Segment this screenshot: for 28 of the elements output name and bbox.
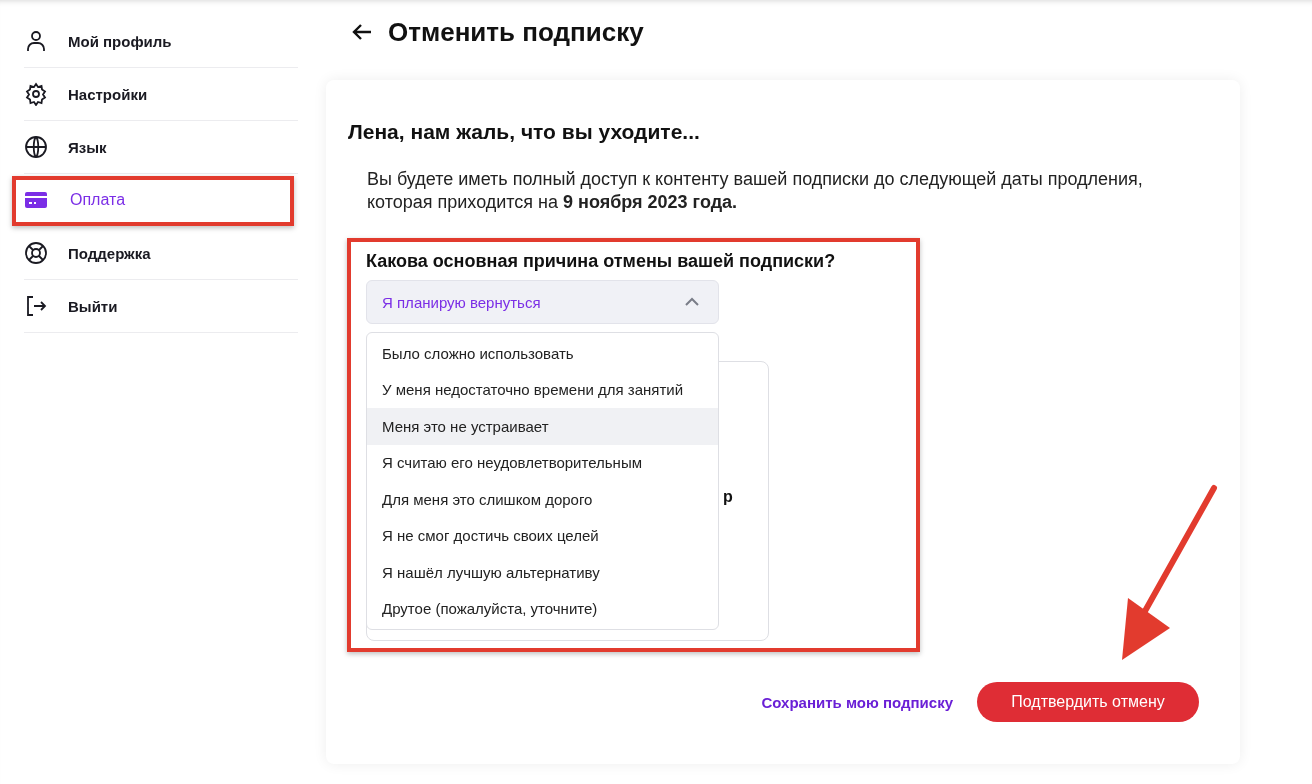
dropdown-option[interactable]: Я считаю его неудовлетворительным — [367, 444, 718, 481]
sidebar-item[interactable]: Поддержка — [24, 227, 298, 280]
dropdown-option[interactable]: Меня это не устраивает — [367, 408, 718, 445]
sidebar-item[interactable]: Мой профиль — [24, 15, 298, 68]
dropdown-option[interactable]: У меня недостаточно времени для занятий — [367, 371, 718, 408]
lifebuoy-icon — [24, 241, 48, 265]
sidebar-item[interactable]: Язык — [24, 121, 298, 174]
settings-icon — [24, 82, 48, 106]
notice-text: Вы будете иметь полный доступ к контенту вашей подписки до следующей даты продления, которая приходится на 9 ноября 2023 года. — [367, 168, 1144, 214]
dropdown-option[interactable]: Я не смог достичь своих целей — [367, 517, 718, 554]
sidebar-item[interactable]: Оплата — [24, 174, 298, 227]
dropdown-option[interactable]: Я нашёл лучшую альтернативу — [367, 554, 718, 591]
dropdown-option[interactable]: Друтое (пожалуйста, уточните) — [367, 590, 718, 627]
user-icon — [24, 29, 48, 53]
page-title: Отменить подписку — [388, 16, 644, 48]
globe-icon — [24, 135, 48, 159]
reason-select[interactable]: Я планирую вернуться — [366, 280, 719, 324]
sidebar-item[interactable]: Настройки — [24, 68, 298, 121]
dropdown-option[interactable]: Для меня это слишком дорого — [367, 481, 718, 518]
question-text: Какова основная причина отмены вашей подписки? — [366, 251, 837, 272]
sidebar-item[interactable]: Выйти — [24, 280, 298, 333]
card-text-fragment: р — [723, 488, 733, 506]
logout-icon — [24, 294, 48, 318]
confirm-cancel-button[interactable]: Подтвердить отмену — [977, 682, 1199, 722]
chevron-icon — [684, 297, 700, 307]
dropdown-option[interactable]: Было сложно использовать — [367, 335, 718, 372]
card-heading: Лена, нам жаль, что вы уходите... — [348, 120, 701, 144]
keep-subscription-link[interactable]: Сохранить мою подписку — [761, 693, 953, 711]
